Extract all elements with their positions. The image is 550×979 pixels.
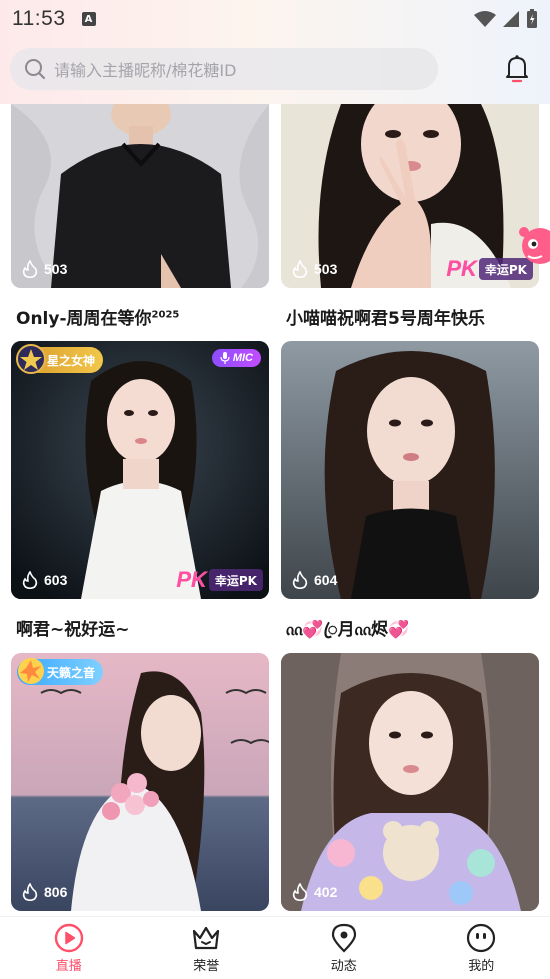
live-room-card[interactable]: 604 ᦶ💞ꦿ月ᦶ烬💞 xyxy=(281,341,539,651)
viewer-count: 402 xyxy=(291,883,337,901)
bell-icon xyxy=(506,55,528,83)
heat-flame-icon xyxy=(22,260,38,278)
crown-icon xyxy=(193,926,220,950)
rank-badge-label: 星之女神 xyxy=(47,353,96,368)
search-input[interactable]: 请输入主播昵称/棉花糖ID xyxy=(10,48,438,90)
battery-icon xyxy=(527,9,537,28)
viewer-count-value: 503 xyxy=(314,261,338,277)
mic-badge-label: MIC xyxy=(232,352,253,364)
viewer-count-value: 503 xyxy=(44,261,68,277)
nav-label: 直播 xyxy=(55,959,82,974)
streamer-photo xyxy=(11,341,269,599)
viewer-count: 503 xyxy=(21,260,67,278)
live-room-card[interactable]: 503 Only-周周在等你2025 xyxy=(11,104,269,329)
live-room-card[interactable]: 503 PK 幸运PK 小喵喵祝啊君5号周年快乐 xyxy=(281,104,539,329)
header: 11:53 A 请输入主播昵称/棉花糖ID xyxy=(0,0,550,104)
floating-mascot-button[interactable] xyxy=(516,222,550,268)
nav-label: 我的 xyxy=(468,959,495,974)
wifi-icon xyxy=(474,11,496,27)
streamer-photo xyxy=(281,341,539,599)
viewer-count: 806 xyxy=(21,883,67,901)
pink-mascot-icon xyxy=(519,227,550,264)
status-bar: 11:53 A xyxy=(0,0,550,38)
room-title: 小喵喵祝啊君5号周年快乐 xyxy=(286,309,485,329)
room-cover-image[interactable]: 星之女神 MIC 603 PK 幸运PK xyxy=(11,341,269,599)
room-cover-image[interactable]: 天籁之音 806 xyxy=(11,653,269,911)
heat-flame-icon xyxy=(292,883,308,901)
room-title-text: Only-周周在等你 xyxy=(16,309,152,329)
nav-label: 荣誉 xyxy=(193,959,220,974)
viewer-count-value: 402 xyxy=(314,884,338,900)
search-icon xyxy=(25,59,46,80)
room-cover-image[interactable]: 402 xyxy=(281,653,539,911)
emblem-icon xyxy=(18,658,44,684)
nav-tab-moments[interactable]: 动态 xyxy=(275,917,413,979)
cellular-signal-icon xyxy=(503,11,519,27)
nav-tab-mine[interactable]: 我的 xyxy=(413,917,550,979)
search-placeholder: 请输入主播昵称/棉花糖ID xyxy=(54,61,237,80)
streamer-photo xyxy=(281,653,539,911)
viewer-count-value: 604 xyxy=(314,572,338,588)
viewer-count-value: 806 xyxy=(44,884,68,900)
pk-badge-label: 幸运PK xyxy=(208,569,263,591)
notification-a-icon: A xyxy=(81,12,96,26)
pk-logo: PK xyxy=(446,256,477,281)
room-title: 啊君~祝好运~ xyxy=(16,620,130,640)
viewer-count: 603 xyxy=(21,571,67,589)
viewer-count-value: 603 xyxy=(44,572,68,588)
location-pin-icon xyxy=(331,923,356,953)
room-cover-image[interactable]: 604 xyxy=(281,341,539,599)
pk-logo: PK xyxy=(176,567,207,592)
room-cover-image[interactable]: 503 xyxy=(11,104,269,288)
heat-flame-icon xyxy=(22,883,38,901)
live-room-grid: 503 Only-周周在等你2025 503 PK 幸运PK 小喵喵祝啊君5号周… xyxy=(0,104,550,916)
live-room-card[interactable]: 402 xyxy=(281,653,539,911)
room-title: ᦶ💞ꦿ月ᦶ烬💞 xyxy=(286,620,410,640)
rank-badge: 天籁之音 xyxy=(17,658,104,685)
live-play-icon xyxy=(54,923,83,953)
room-title-superscript: 2025 xyxy=(151,309,180,321)
room-cover-image[interactable]: 503 PK 幸运PK xyxy=(281,104,539,288)
emblem-icon xyxy=(16,344,46,374)
status-time: 11:53 xyxy=(12,7,66,30)
viewer-count: 503 xyxy=(291,260,337,278)
profile-face-icon xyxy=(467,923,496,953)
heat-flame-icon xyxy=(292,571,308,589)
heat-flame-icon xyxy=(292,260,308,278)
notification-bell-button[interactable] xyxy=(502,52,532,86)
nav-tab-honor[interactable]: 荣誉 xyxy=(138,917,276,979)
nav-tab-live[interactable]: 直播 xyxy=(0,917,138,979)
bottom-navigation: 直播 荣誉 动态 我的 xyxy=(0,916,550,979)
rank-badge: 星之女神 xyxy=(16,344,104,374)
room-title: Only-周周在等你2025 xyxy=(11,304,269,329)
nav-label: 动态 xyxy=(330,959,357,974)
mic-badge: MIC xyxy=(211,349,261,367)
rank-badge-label: 天籁之音 xyxy=(47,665,96,680)
live-room-card[interactable]: 天籁之音 806 xyxy=(11,653,269,911)
streamer-photo xyxy=(11,653,269,911)
viewer-count: 604 xyxy=(291,571,337,589)
heat-flame-icon xyxy=(22,571,38,589)
pk-badge: PK 幸运PK xyxy=(174,567,263,593)
microphone-icon xyxy=(220,352,230,364)
live-room-card[interactable]: 星之女神 MIC 603 PK 幸运PK 啊君~祝好运~ xyxy=(11,341,269,640)
